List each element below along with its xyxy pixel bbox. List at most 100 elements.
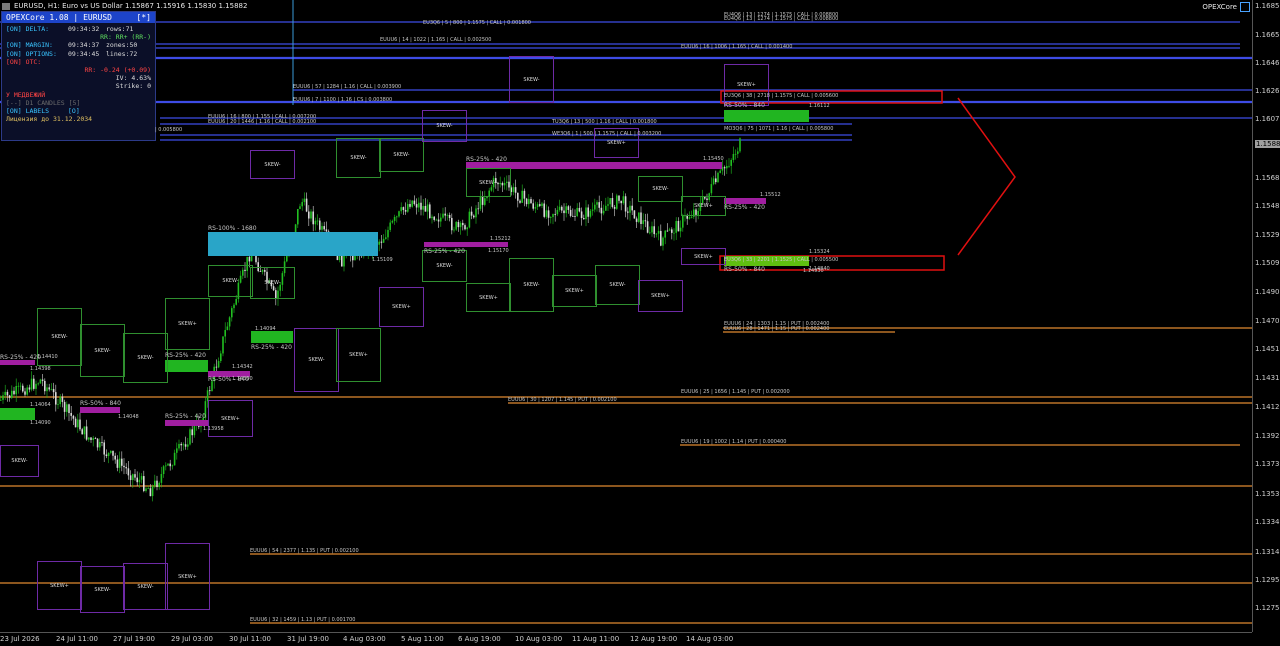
option-level-label: EU3Q6 | 38 | 2718 | 1.1575 | CALL | 0.00… bbox=[724, 93, 839, 99]
opexcore-panel[interactable]: OPEXCore 1.08 | EURUSD [*] [ON] DELTA: 09… bbox=[1, 11, 156, 141]
candle-body bbox=[596, 202, 598, 205]
panel-close-button[interactable]: [*] bbox=[137, 13, 151, 22]
candle-body bbox=[649, 232, 651, 234]
price-tag: 1.15109 bbox=[372, 257, 393, 263]
price-tag: 1.14090 bbox=[30, 420, 51, 426]
panel-cell: [ON] OTC: bbox=[6, 57, 42, 66]
panel-header[interactable]: OPEXCore 1.08 | EURUSD [*] bbox=[2, 12, 155, 23]
candle-body bbox=[514, 187, 517, 193]
skew-label: SKEW- bbox=[609, 282, 626, 288]
option-level-label: EUUU6 | 7 | 1100 | 1.16 | CS | 0.003800 bbox=[293, 97, 393, 103]
skew-box: SKEW- bbox=[422, 110, 467, 142]
candle-body bbox=[578, 207, 581, 212]
panel-row[interactable]: [ON] MARGIN: 09:34:37 zones:50 bbox=[6, 41, 151, 49]
price-tick: 1.15680 bbox=[1255, 174, 1280, 182]
candle-body bbox=[2, 395, 4, 400]
option-level-label: EU4Q6 | 13 | 1274 | 1.1575 | CALL | 0.00… bbox=[724, 16, 839, 22]
panel-row[interactable]: Strike: 0 bbox=[6, 82, 151, 90]
candle-body bbox=[165, 465, 167, 467]
skew-box: SKEW+ bbox=[165, 298, 210, 350]
panel-row[interactable]: У МЕДВЕЖИЙ bbox=[6, 91, 151, 99]
candle-body bbox=[248, 256, 251, 262]
candle-body bbox=[422, 205, 424, 210]
candle-body bbox=[424, 205, 427, 212]
candle-body bbox=[536, 204, 539, 208]
time-tick: 4 Aug 03:00 bbox=[343, 635, 386, 643]
panel-row[interactable]: [ON] DELTA: 09:34:32 rows:71 bbox=[6, 25, 151, 33]
candle-body bbox=[402, 207, 405, 211]
candle-body bbox=[26, 387, 28, 395]
panel-row[interactable]: RR: RR+ (RR-) bbox=[6, 33, 151, 41]
option-level-label: EUUU6 | 54 | 2377 | 1.135 | PUT | 0.0021… bbox=[250, 548, 359, 554]
candle-body bbox=[187, 444, 189, 447]
candle-body bbox=[631, 205, 633, 211]
candle-body bbox=[94, 438, 97, 440]
candle-body bbox=[627, 211, 629, 213]
panel-cell: IV: 4.63% bbox=[115, 74, 151, 83]
candle-body bbox=[523, 190, 526, 199]
candle-body bbox=[189, 429, 191, 445]
candle-body bbox=[15, 386, 17, 395]
candle-body bbox=[92, 438, 94, 441]
panel-row[interactable]: [--] D1 CANDLES [5] bbox=[6, 99, 151, 107]
candle-body bbox=[343, 254, 345, 267]
skew-box: SKEW+ bbox=[37, 561, 82, 610]
candle-body bbox=[552, 213, 554, 218]
panel-row[interactable]: [ON] LABELS [O] bbox=[6, 107, 151, 115]
candle-body bbox=[127, 468, 130, 476]
candle-body bbox=[125, 467, 127, 469]
price-tick: 1.13535 bbox=[1255, 490, 1280, 498]
candle-body bbox=[600, 207, 603, 214]
candle-body bbox=[525, 198, 528, 205]
price-tick: 1.13925 bbox=[1255, 432, 1280, 440]
price-tag: 1.14094 bbox=[255, 326, 276, 332]
skew-label: SKEW- bbox=[436, 123, 453, 129]
candle-body bbox=[143, 476, 145, 492]
panel-cell bbox=[6, 33, 38, 41]
zone-bar bbox=[424, 242, 508, 247]
candle-body bbox=[429, 204, 431, 219]
current-price-label: 1.15882 bbox=[1255, 140, 1280, 148]
option-level-label: MO3Q6 | 75 | 1071 | 1.16 | CALL | 0.0058… bbox=[724, 126, 834, 132]
brand-name: OPEXCore bbox=[1202, 3, 1237, 11]
highlight-arrow bbox=[957, 97, 1016, 256]
time-axis[interactable]: 23 Jul 2026 24 Jul 11:00 27 Jul 19:00 29 Ju… bbox=[0, 632, 1252, 646]
candle-body bbox=[594, 204, 596, 210]
candle-body bbox=[134, 474, 136, 478]
candle-body bbox=[448, 215, 451, 218]
candle-body bbox=[622, 196, 625, 204]
skew-box: SKEW- bbox=[379, 138, 424, 172]
candle-body bbox=[167, 463, 169, 466]
panel-row[interactable]: RR: -0.24 (+0.09) bbox=[6, 66, 151, 74]
panel-row[interactable]: Лицензия до 31.12.2034 bbox=[6, 115, 151, 123]
price-axis[interactable]: 1.16850 1.16655 1.16460 1.16265 1.16070 1.156… bbox=[1252, 0, 1280, 632]
candle-body bbox=[468, 211, 471, 228]
candle-body bbox=[587, 207, 589, 217]
candle-body bbox=[690, 216, 693, 218]
candle-body bbox=[442, 213, 444, 218]
panel-rows: [ON] DELTA: 09:34:32 rows:71 RR: RR+ (RR-)[… bbox=[2, 23, 155, 125]
skew-label: SKEW+ bbox=[607, 140, 626, 146]
candle-body bbox=[138, 479, 141, 483]
skew-label: SKEW- bbox=[652, 186, 669, 192]
price-tick: 1.14510 bbox=[1255, 345, 1280, 353]
price-tick: 1.16460 bbox=[1255, 59, 1280, 67]
skew-label: SKEW+ bbox=[221, 415, 240, 422]
candle-body bbox=[387, 229, 389, 238]
candle-body bbox=[576, 207, 578, 217]
panel-row[interactable]: [ON] OTC: bbox=[6, 58, 151, 66]
candle-body bbox=[550, 217, 552, 218]
rs-label: RS-50% - 840 bbox=[724, 102, 765, 109]
candle-body bbox=[169, 463, 171, 467]
candle-body bbox=[462, 222, 464, 226]
panel-cell: [ON] LABELS bbox=[6, 107, 50, 116]
candle-body bbox=[191, 429, 193, 436]
candle-body bbox=[22, 385, 24, 392]
candle-body bbox=[512, 187, 515, 192]
candle-body bbox=[635, 218, 638, 222]
candle-body bbox=[413, 200, 416, 205]
candle-body bbox=[453, 229, 455, 231]
candle-body bbox=[39, 379, 42, 384]
panel-row[interactable]: [ON] OPTIONS: 09:34:45 lines:72 bbox=[6, 50, 151, 58]
panel-row[interactable]: IV: 4.63% bbox=[6, 74, 151, 82]
